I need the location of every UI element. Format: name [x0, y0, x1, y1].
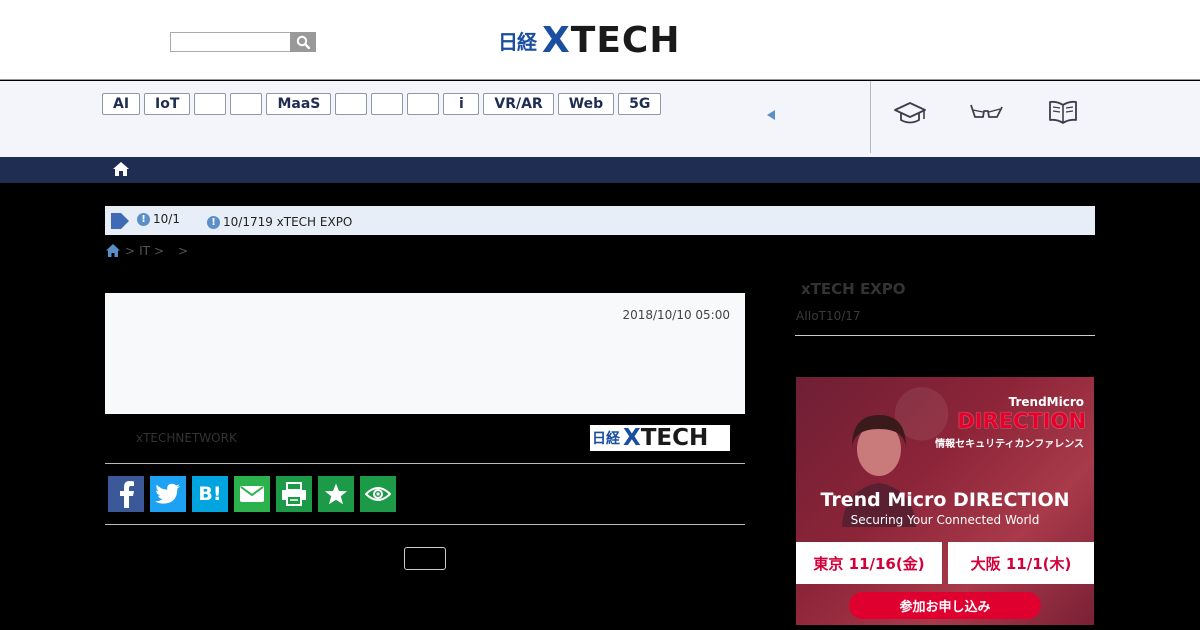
favorite-button[interactable]	[318, 476, 354, 512]
notice-bar: ! 10/1 ! 10/1719 xTECH EXPO	[105, 206, 1095, 235]
logo-xtech: XTECH	[542, 20, 680, 61]
ad-banner[interactable]: ● TrendMicro DIRECTION 情報セキュリティカンファレンス T…	[796, 377, 1094, 625]
facebook-share-button[interactable]	[108, 476, 144, 512]
site-logo[interactable]: 日経 XTECH	[498, 20, 680, 61]
tag-6[interactable]	[335, 93, 368, 115]
ad-title: Trend Micro DIRECTION	[820, 489, 1070, 511]
tag-vr-ar[interactable]: VR/AR	[483, 93, 554, 115]
source-logo-tech: TECH	[640, 425, 709, 451]
facebook-icon	[120, 481, 134, 508]
sidebar-title[interactable]: xTECH EXPO	[801, 280, 906, 298]
twitter-icon	[155, 483, 180, 504]
mail-share-button[interactable]	[234, 476, 270, 512]
topic-tag-bar: AI IoT MaaS i VR/AR Web 5G	[0, 81, 1200, 157]
source-logo-xtech: XTECH	[623, 425, 708, 451]
toolbar-divider	[870, 81, 871, 153]
article-date: 2018/10/10 05:00	[622, 308, 730, 322]
tag-8[interactable]	[407, 93, 440, 115]
book-icon[interactable]	[1046, 97, 1080, 127]
star-icon	[325, 483, 347, 505]
tag-ai[interactable]: AI	[102, 93, 141, 115]
tag-i[interactable]: i	[443, 93, 480, 115]
ad-tagline: Securing Your Connected World	[850, 513, 1040, 527]
tag-scroll-left-icon[interactable]	[767, 110, 775, 120]
twitter-share-button[interactable]	[150, 476, 186, 512]
breadcrumb-it[interactable]: IT	[139, 244, 150, 258]
breadcrumb: > IT > >	[105, 243, 188, 258]
breadcrumb-separator: >	[178, 243, 189, 258]
search-button[interactable]	[290, 32, 316, 52]
home-icon[interactable]	[105, 243, 121, 258]
source-name: xTECHNETWORK	[136, 431, 237, 445]
site-header: 日経 XTECH	[0, 0, 1200, 80]
logo-tech: TECH	[570, 19, 681, 61]
mail-icon	[240, 486, 264, 502]
source-logo-nikkei: 日経	[592, 431, 620, 447]
watch-button[interactable]	[360, 476, 396, 512]
notice-text-1: 10/1	[153, 212, 180, 226]
breadcrumb-separator: >	[125, 243, 136, 258]
logo-nikkei: 日経	[498, 29, 537, 54]
notice-item-1[interactable]: ! 10/1	[137, 212, 180, 226]
ad-date-tokyo: 東京 11/16(金)	[796, 542, 942, 584]
glasses-icon[interactable]	[969, 97, 1003, 127]
ad-register-button[interactable]: 参加お申し込み	[849, 592, 1041, 619]
tag-iot[interactable]: IoT	[144, 93, 191, 115]
tag-web[interactable]: Web	[557, 93, 615, 115]
tag-4[interactable]	[230, 93, 263, 115]
graduation-cap-icon[interactable]	[893, 97, 927, 127]
alert-icon: !	[137, 212, 150, 226]
main-nav	[0, 157, 1200, 183]
play-icon	[111, 213, 129, 229]
home-icon[interactable]	[112, 160, 130, 178]
source-logo-x: X	[623, 425, 641, 451]
tag-7[interactable]	[371, 93, 404, 115]
share-bar: B!	[105, 464, 745, 525]
tag-5g[interactable]: 5G	[618, 93, 662, 115]
ad-date-osaka: 大阪 11/1(木)	[948, 542, 1094, 584]
ad-direction-logo: DIRECTION	[957, 409, 1086, 433]
printer-icon	[282, 482, 306, 506]
tag-maas[interactable]: MaaS	[266, 93, 332, 115]
search-input[interactable]	[170, 32, 290, 52]
breadcrumb-separator: >	[153, 243, 164, 258]
logo-x: X	[542, 19, 571, 61]
sidebar-divider	[795, 335, 1095, 336]
article-source: xTECHNETWORK 日経 XTECH	[105, 415, 745, 464]
topic-tags: AI IoT MaaS i VR/AR Web 5G	[102, 93, 662, 115]
alert-icon: !	[207, 215, 220, 229]
search-icon	[296, 35, 310, 49]
search-bar	[170, 32, 316, 52]
ad-brand: TrendMicro	[1008, 395, 1084, 409]
source-logo: 日経 XTECH	[590, 425, 730, 451]
print-button[interactable]	[276, 476, 312, 512]
hatena-icon: B!	[198, 483, 222, 505]
eye-icon	[365, 487, 391, 501]
more-button[interactable]	[404, 547, 446, 570]
article-header: 2018/10/10 05:00	[105, 293, 745, 414]
notice-text-2: 10/1719 xTECH EXPO	[223, 215, 353, 229]
notice-item-2[interactable]: ! 10/1719 xTECH EXPO	[207, 215, 352, 229]
tag-3[interactable]	[194, 93, 227, 115]
page: 日経 XTECH AI IoT MaaS i VR/AR Web 5G ! 10…	[0, 0, 1200, 630]
ad-subtitle-jp: 情報セキュリティカンファレンス	[935, 439, 1084, 450]
hatena-bookmark-button[interactable]: B!	[192, 476, 228, 512]
sidebar-subtitle: AIIoT10/17	[796, 309, 861, 323]
